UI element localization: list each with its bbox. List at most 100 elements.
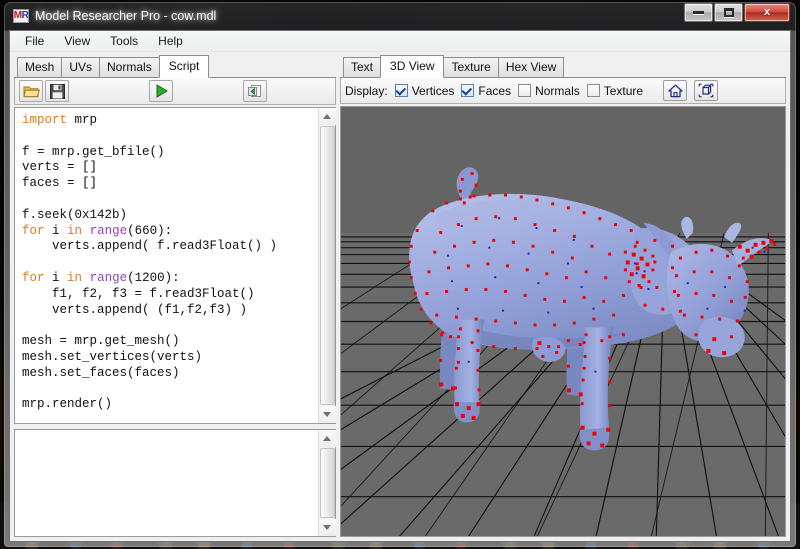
console-scroll-thumb[interactable]	[320, 448, 335, 518]
tab-script[interactable]: Script	[159, 55, 210, 78]
maximize-button[interactable]	[714, 3, 743, 22]
code-line: mesh.set_vertices(verts)	[22, 350, 318, 366]
code-line: for i in range(1200):	[22, 271, 318, 287]
folder-open-icon	[23, 84, 40, 99]
checkbox-faces[interactable]: Faces	[461, 84, 511, 98]
code-token: mesh.set_vertices(verts)	[22, 350, 202, 364]
green-play-run-icon	[155, 84, 168, 98]
home-view-button[interactable]	[663, 80, 687, 101]
left-panel: Mesh UVs Normals Script	[14, 56, 336, 537]
run-script-button[interactable]	[149, 80, 173, 102]
faces-checkbox-icon[interactable]	[461, 84, 474, 97]
texture-checkbox-icon[interactable]	[587, 84, 600, 97]
3d-viewport[interactable]	[341, 107, 785, 536]
checkbox-vertices[interactable]: Vertices	[395, 84, 455, 98]
chevron-down-icon	[323, 525, 331, 530]
code-line: verts = []	[22, 160, 318, 176]
normals-label: Normals	[535, 84, 580, 98]
tab-mesh[interactable]: Mesh	[17, 57, 62, 77]
floppy-disk-save-icon	[50, 84, 65, 99]
3d-scene	[341, 107, 785, 536]
vertices-checkbox-icon[interactable]	[395, 84, 408, 97]
open-file-button[interactable]	[19, 80, 43, 102]
close-button[interactable]: x	[744, 3, 790, 22]
code-line: import mrp	[22, 113, 318, 129]
menu-item-tools[interactable]: Tools	[101, 32, 147, 50]
display-options-bar: Display: Vertices Faces Normals	[340, 78, 786, 104]
checkbox-normals[interactable]: Normals	[518, 84, 580, 98]
output-console[interactable]	[14, 429, 336, 537]
fit-to-view-button[interactable]	[694, 80, 718, 101]
console-scrollbar[interactable]	[318, 430, 335, 536]
tab-texture[interactable]: Texture	[443, 57, 498, 77]
scroll-up-button[interactable]	[319, 108, 336, 125]
home-view-icon	[668, 84, 683, 98]
chevron-up-icon	[323, 436, 331, 441]
menu-bar: File View Tools Help	[10, 31, 790, 52]
code-line: mrp.render()	[22, 397, 318, 413]
code-token	[82, 224, 90, 238]
minimize-icon	[693, 11, 704, 14]
code-token: f.seek(0x142b)	[22, 208, 127, 222]
chevron-up-icon	[323, 114, 331, 119]
code-token: for	[22, 271, 45, 285]
code-token: in	[67, 271, 82, 285]
vertices-label: Vertices	[412, 84, 455, 98]
maximize-icon	[724, 8, 734, 17]
script-code-text[interactable]: import mrp f = mrp.get_bfile()verts = []…	[15, 108, 318, 423]
code-line	[22, 192, 318, 208]
scene-contents	[341, 107, 785, 536]
menu-item-view[interactable]: View	[55, 32, 99, 50]
menu-item-help[interactable]: Help	[149, 32, 192, 50]
code-token: (1200):	[127, 271, 180, 285]
scroll-track[interactable]	[319, 125, 336, 406]
code-line: verts.append( (f1,f2,f3) )	[22, 303, 318, 319]
normals-checkbox-icon[interactable]	[518, 84, 531, 97]
checkbox-texture[interactable]: Texture	[587, 84, 643, 98]
code-line: mesh.set_faces(faces)	[22, 366, 318, 382]
code-token: in	[67, 224, 82, 238]
console-scroll-up-button[interactable]	[319, 430, 336, 447]
script-editor[interactable]: import mrp f = mrp.get_bfile()verts = []…	[14, 107, 336, 424]
code-line: mesh = mrp.get_mesh()	[22, 334, 318, 350]
right-tab-strip: Text 3D View Texture Hex View	[340, 56, 786, 78]
export-output-button[interactable]	[243, 80, 267, 102]
tab-normals[interactable]: Normals	[99, 57, 160, 77]
script-scrollbar[interactable]	[318, 108, 335, 423]
mr-logo-icon: MR	[13, 9, 29, 23]
code-token: faces = []	[22, 176, 97, 190]
scroll-down-button[interactable]	[319, 406, 336, 423]
tab-hex-view[interactable]: Hex View	[498, 57, 564, 77]
code-token: for	[22, 224, 45, 238]
script-toolbar	[14, 78, 336, 105]
display-label: Display:	[345, 84, 388, 98]
code-token: (660):	[127, 224, 172, 238]
client-area: File View Tools Help Mesh UVs Normals Sc…	[9, 30, 791, 542]
fit-to-view-cube-icon	[698, 83, 714, 98]
code-token: verts = []	[22, 160, 97, 174]
tab-uvs[interactable]: UVs	[61, 57, 100, 77]
console-scroll-track[interactable]	[319, 447, 336, 519]
code-token: i	[45, 271, 68, 285]
minimize-button[interactable]	[684, 3, 713, 22]
code-line: faces = []	[22, 176, 318, 192]
code-token: import	[22, 113, 67, 127]
code-line	[22, 318, 318, 334]
tab-3d-view[interactable]: 3D View	[380, 55, 444, 78]
scroll-thumb[interactable]	[320, 126, 335, 405]
code-line	[22, 129, 318, 145]
code-token	[82, 271, 90, 285]
console-text[interactable]	[15, 430, 318, 536]
code-line: f1, f2, f3 = f.read3Float()	[22, 287, 318, 303]
tab-text[interactable]: Text	[343, 57, 381, 77]
console-scroll-down-button[interactable]	[319, 519, 336, 536]
split-panes: Mesh UVs Normals Script	[10, 52, 790, 541]
save-file-button[interactable]	[45, 80, 69, 102]
code-token: range	[90, 271, 128, 285]
menu-item-file[interactable]: File	[16, 32, 53, 50]
code-token: f = mrp.get_bfile()	[22, 145, 165, 159]
code-token: f1, f2, f3 = f.read3Float()	[22, 287, 255, 301]
close-icon: x	[764, 7, 770, 18]
title-bar: MR Model Researcher Pro - cow.mdl x	[9, 2, 791, 30]
application-window: MR Model Researcher Pro - cow.mdl x File…	[4, 2, 796, 547]
